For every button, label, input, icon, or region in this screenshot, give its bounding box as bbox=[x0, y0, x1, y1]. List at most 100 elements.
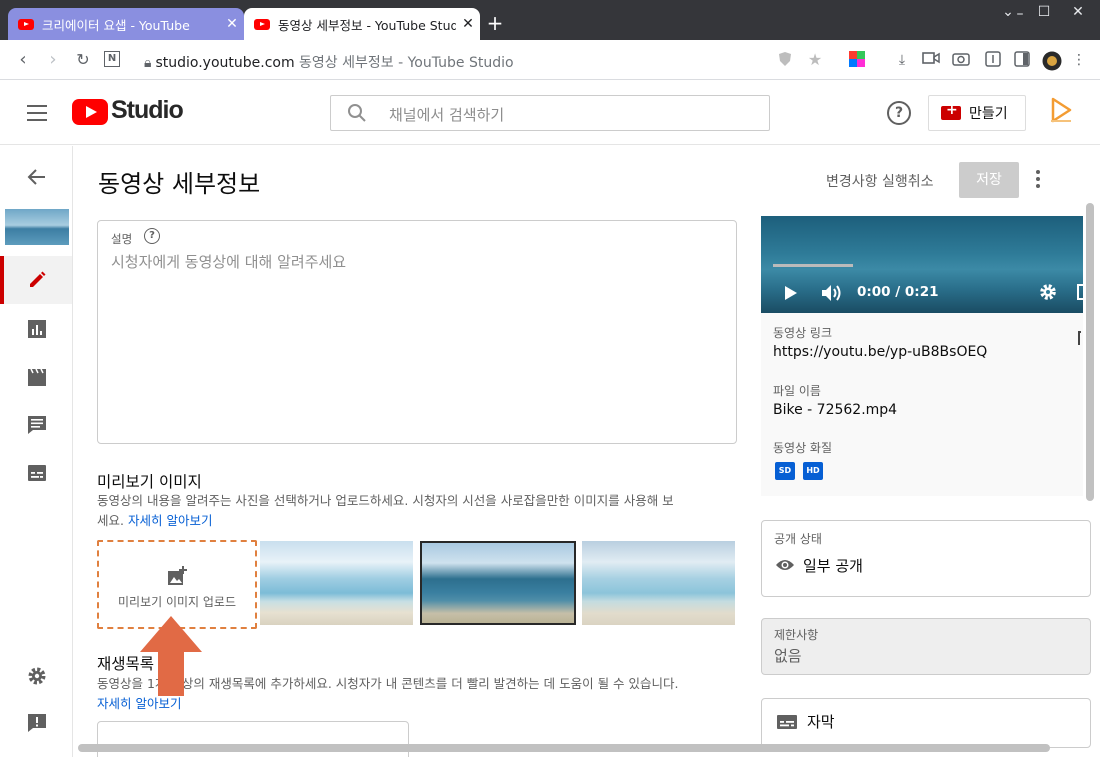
file-name-value: Bike - 72562.mp4 bbox=[773, 402, 898, 418]
subtitles-label: 자막 bbox=[807, 713, 835, 731]
thumbnail-option-3[interactable] bbox=[582, 541, 735, 625]
reload-icon[interactable]: ↻ bbox=[72, 50, 94, 69]
playlist-learn-more-link[interactable]: 자세히 알아보기 bbox=[97, 696, 181, 711]
download-icon[interactable]: ⤓ bbox=[893, 51, 911, 69]
video-progress-bar[interactable] bbox=[773, 264, 853, 267]
search-icon bbox=[348, 104, 366, 122]
back-icon[interactable]: ‹ bbox=[12, 49, 34, 70]
camera-icon[interactable] bbox=[952, 51, 970, 69]
play-icon[interactable] bbox=[785, 286, 797, 300]
active-nav-indicator bbox=[0, 256, 4, 304]
thumbnail-section-title: 미리보기 이미지 bbox=[97, 473, 202, 491]
tab-title: 크리에이터 요샙 - YouTube bbox=[42, 17, 190, 33]
url-host: studio.youtube.com bbox=[155, 55, 295, 71]
nav-details-pencil-icon[interactable] bbox=[25, 268, 49, 292]
nav-editor-clapper-icon[interactable] bbox=[25, 365, 49, 389]
reader-icon[interactable] bbox=[984, 51, 1002, 69]
bookmark-star-icon[interactable]: ★ bbox=[806, 51, 824, 69]
address-bar: ‹ › ↻ N 🔒︎ studio.youtube.com 동영상 세부정보 - … bbox=[0, 40, 1100, 80]
create-video-icon bbox=[941, 102, 961, 120]
horizontal-scrollbar[interactable] bbox=[78, 744, 1050, 752]
upload-thumbnail-label: 미리보기 이미지 업로드 bbox=[117, 595, 237, 609]
color-extension-icon[interactable] bbox=[848, 51, 866, 69]
add-photo-icon bbox=[168, 566, 187, 585]
nav-subtitles-icon[interactable] bbox=[25, 461, 49, 485]
thumbnail-desc-line2: 세요. bbox=[97, 513, 124, 528]
video-quality-label: 동영상 화질 bbox=[773, 441, 833, 455]
search-placeholder: 채널에서 검색하기 bbox=[389, 106, 505, 124]
lock-icon: 🔒︎ bbox=[144, 55, 152, 71]
restrictions-label: 제한사항 bbox=[774, 628, 819, 642]
youtube-favicon-icon bbox=[254, 18, 270, 30]
restrictions-field: 제한사항 없음 bbox=[761, 618, 1091, 675]
visibility-value: 일부 공개 bbox=[803, 557, 863, 575]
page-title: 동영상 세부정보 bbox=[98, 170, 261, 198]
eye-icon bbox=[776, 560, 794, 570]
thumbnail-section-description: 동영상의 내용을 알려주는 사진을 선택하거나 업로드하세요. 시청자의 시선을… bbox=[97, 491, 742, 531]
nav-comments-icon[interactable] bbox=[25, 413, 49, 437]
create-button[interactable]: 만들기 bbox=[928, 95, 1026, 131]
browser-tab-bar: 크리에이터 요샙 - YouTube ✕ 동영상 세부정보 - YouTube … bbox=[0, 0, 1100, 40]
new-tab-button[interactable]: + bbox=[484, 11, 506, 35]
more-options-icon[interactable] bbox=[1036, 170, 1042, 190]
thumbnail-option-2-selected[interactable] bbox=[420, 541, 576, 625]
left-sidebar bbox=[0, 146, 73, 757]
subtitles-card[interactable]: 자막 bbox=[761, 698, 1091, 748]
url-page-title: 동영상 세부정보 - YouTube Studio bbox=[299, 55, 514, 71]
close-tab-icon[interactable]: ✕ bbox=[456, 16, 480, 32]
video-time: 0:00 / 0:21 bbox=[857, 284, 939, 300]
fullscreen-icon[interactable] bbox=[1077, 284, 1083, 300]
video-thumbnail-small[interactable] bbox=[5, 209, 69, 245]
video-record-icon[interactable] bbox=[922, 51, 940, 69]
restrictions-value: 없음 bbox=[774, 647, 802, 665]
browser-tab-studio[interactable]: 동영상 세부정보 - YouTube Studio ✕ bbox=[244, 8, 480, 40]
video-player[interactable]: 0:00 / 0:21 bbox=[761, 216, 1083, 313]
hamburger-menu-icon[interactable] bbox=[27, 105, 47, 121]
thumbnail-desc-line1: 동영상의 내용을 알려주는 사진을 선택하거나 업로드하세요. 시청자의 시선을… bbox=[97, 493, 674, 508]
browser-menu-icon[interactable]: ⋮ bbox=[1070, 51, 1088, 69]
nav-analytics-icon[interactable] bbox=[25, 317, 49, 341]
thumbnail-learn-more-link[interactable]: 자세히 알아보기 bbox=[128, 513, 212, 528]
video-link[interactable]: https://youtu.be/yp-uB8BsOEQ bbox=[773, 344, 987, 360]
shield-icon[interactable] bbox=[776, 51, 794, 69]
video-link-label: 동영상 링크 bbox=[773, 326, 833, 340]
url-field[interactable]: 🔒︎ studio.youtube.com 동영상 세부정보 - YouTube … bbox=[144, 52, 514, 72]
studio-logo-text[interactable]: Studio bbox=[111, 96, 184, 125]
side-panel-icon[interactable] bbox=[1013, 51, 1031, 69]
copy-link-icon[interactable] bbox=[1078, 331, 1081, 345]
visibility-select[interactable]: 공개 상태 일부 공개 bbox=[761, 520, 1091, 597]
maximize-icon[interactable]: ☐ bbox=[1034, 4, 1054, 20]
file-name-label: 파일 이름 bbox=[773, 384, 821, 398]
vertical-scrollbar[interactable] bbox=[1086, 203, 1094, 501]
channel-search-input[interactable]: 채널에서 검색하기 bbox=[330, 95, 770, 131]
description-help-icon[interactable]: ? bbox=[144, 228, 160, 244]
undo-changes-button[interactable]: 변경사항 실행취소 bbox=[826, 171, 934, 191]
hd-badge: HD bbox=[803, 462, 823, 480]
visibility-label: 공개 상태 bbox=[774, 532, 822, 546]
sd-badge: SD bbox=[775, 462, 795, 480]
close-tab-icon[interactable]: ✕ bbox=[220, 16, 244, 32]
forward-icon[interactable]: › bbox=[42, 49, 64, 70]
settings-gear-icon[interactable] bbox=[25, 664, 49, 688]
description-field[interactable]: 설명 ? 시청자에게 동영상에 대해 알려주세요 bbox=[97, 220, 737, 444]
browser-tab-creator[interactable]: 크리에이터 요샙 - YouTube ✕ bbox=[8, 8, 244, 40]
studio-header: Studio 채널에서 검색하기 ? 만들기 bbox=[0, 81, 1100, 145]
back-arrow-icon[interactable] bbox=[25, 165, 49, 189]
volume-icon[interactable] bbox=[821, 284, 843, 302]
screen: 크리에이터 요샙 - YouTube ✕ 동영상 세부정보 - YouTube … bbox=[0, 0, 1100, 757]
description-label: 설명 bbox=[111, 232, 133, 246]
thumbnail-option-1[interactable] bbox=[260, 541, 413, 625]
minimize-icon[interactable]: – bbox=[1010, 6, 1030, 22]
extension-n-icon[interactable]: N bbox=[104, 51, 120, 67]
profile-avatar-icon[interactable] bbox=[1042, 51, 1062, 71]
annotation-arrow-icon bbox=[140, 616, 202, 696]
youtube-logo-icon[interactable] bbox=[72, 99, 108, 125]
youtube-favicon-icon bbox=[18, 18, 34, 30]
channel-avatar[interactable] bbox=[1048, 97, 1074, 123]
video-settings-gear-icon[interactable] bbox=[1039, 283, 1057, 301]
help-icon[interactable]: ? bbox=[887, 101, 911, 125]
create-button-label: 만들기 bbox=[969, 106, 1008, 122]
close-window-icon[interactable]: ✕ bbox=[1068, 4, 1088, 20]
save-button[interactable]: 저장 bbox=[959, 162, 1019, 198]
feedback-icon[interactable] bbox=[25, 711, 49, 735]
